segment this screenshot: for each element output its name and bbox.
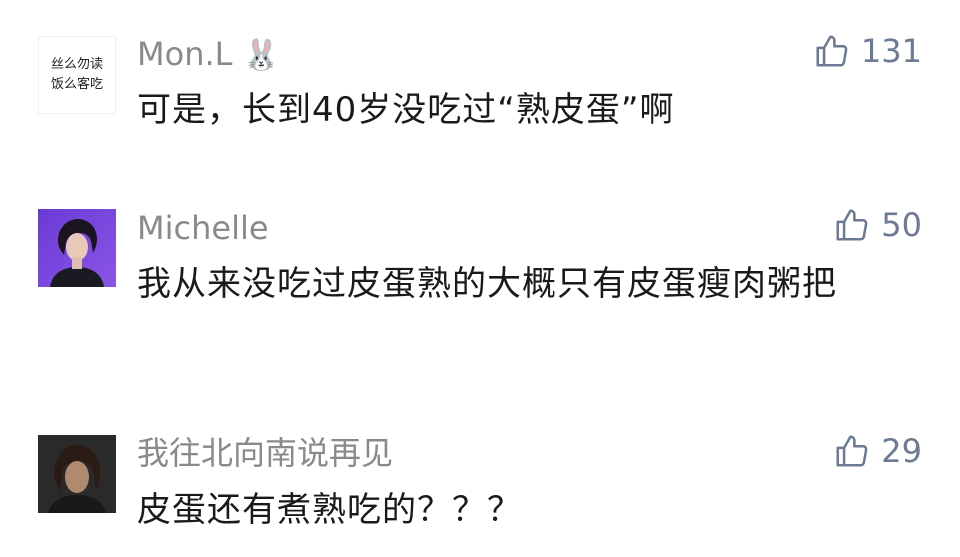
thumbs-up-icon	[836, 209, 868, 241]
portrait-image	[50, 219, 104, 287]
like-button[interactable]: 131	[813, 32, 922, 70]
like-button[interactable]: 50	[833, 206, 922, 244]
username[interactable]: Mon.L 🐰	[137, 38, 280, 71]
thumbs-up-icon	[816, 35, 848, 67]
username[interactable]: Michelle	[137, 212, 269, 244]
avatar[interactable]: 丝么勿读 饭么客吃	[38, 36, 116, 114]
portrait-image	[38, 435, 116, 513]
avatar-text-line: 丝么勿读	[50, 57, 103, 72]
avatar-text-line: 饭么客吃	[50, 77, 103, 92]
avatar[interactable]	[38, 209, 116, 287]
comment-text: 我从来没吃过皮蛋熟的大概只有皮蛋瘦肉粥把	[137, 264, 837, 304]
like-count: 29	[881, 432, 922, 470]
rabbit-emoji-icon: 🐰	[242, 38, 280, 73]
like-button[interactable]: 29	[833, 432, 922, 470]
username-text: Mon.L	[137, 35, 233, 73]
comment-text: 可是，长到40岁没吃过“熟皮蛋”啊	[137, 90, 675, 130]
thumbs-up-icon	[836, 435, 868, 467]
avatar[interactable]	[38, 435, 116, 513]
comment-text: 皮蛋还有煮熟吃的？？？	[137, 490, 522, 530]
username[interactable]: 我往北向南说再见	[137, 437, 393, 469]
like-count: 50	[881, 206, 922, 244]
like-count: 131	[860, 32, 922, 70]
